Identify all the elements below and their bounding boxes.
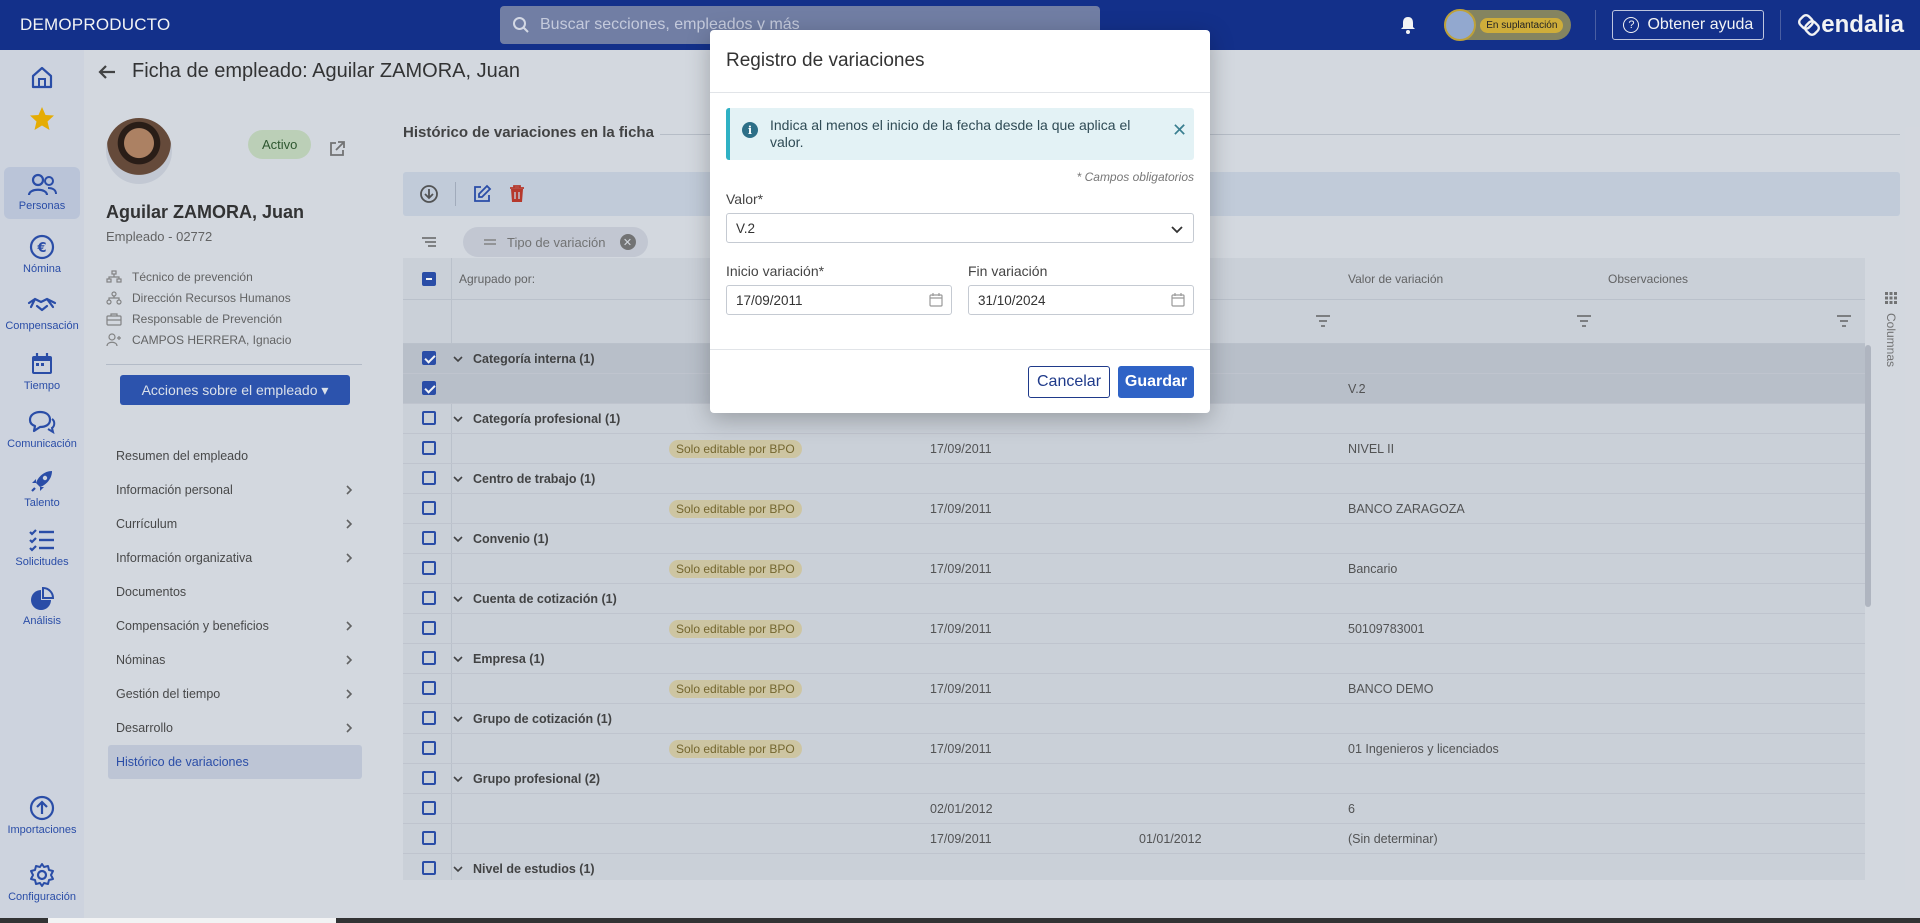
required-fields-note: * Campos obligatorios [1076,170,1194,184]
cancel-button[interactable]: Cancelar [1028,366,1110,398]
value-label: Valor* [726,191,764,207]
divider [710,92,1210,93]
info-alert: i Indica al menos el inicio de la fecha … [726,108,1194,160]
calendar-icon[interactable] [1171,293,1185,307]
end-date-input[interactable]: 31/10/2024 [968,285,1194,315]
calendar-icon[interactable] [929,293,943,307]
value-select[interactable]: V.2 [726,213,1194,243]
chevron-down-icon [1171,226,1183,234]
variation-dialog: Registro de variaciones i Indica al meno… [710,30,1210,413]
dialog-title: Registro de variaciones [726,50,925,71]
start-date-input[interactable]: 17/09/2011 [726,285,952,315]
save-button[interactable]: Guardar [1118,366,1194,398]
start-date-value: 17/09/2011 [736,292,803,308]
start-date-label: Inicio variación* [726,263,825,279]
value-selected: V.2 [736,220,756,236]
divider [710,349,1210,350]
end-date-value: 31/10/2024 [978,292,1046,308]
info-icon: i [742,122,758,138]
end-date-label: Fin variación [968,263,1048,279]
alert-text: Indica al menos el inicio de la fecha de… [770,117,1131,150]
close-alert-icon[interactable]: ✕ [1172,121,1187,139]
